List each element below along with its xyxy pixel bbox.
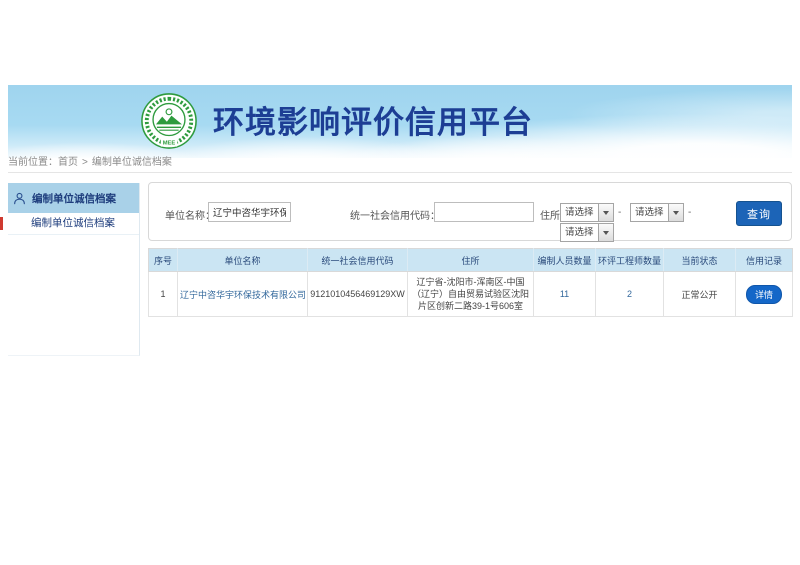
address-district-select[interactable]: 请选择: [560, 223, 614, 242]
breadcrumb-home-link[interactable]: 首页: [58, 157, 78, 168]
row-index: 1: [149, 272, 178, 317]
status-value: 正常公开: [664, 272, 736, 317]
sidebar: 编制单位诚信档案 编制单位诚信档案: [8, 183, 140, 356]
address-city-select-value: 请选择: [631, 204, 668, 221]
address-city-select[interactable]: 请选择: [630, 203, 684, 222]
site-banner: MEE 环境影响评价信用平台: [8, 85, 792, 158]
active-item-marker: [0, 217, 3, 230]
breadcrumb-prefix: 当前位置：: [8, 157, 58, 168]
svg-text:MEE: MEE: [163, 141, 176, 147]
address-district-select-value: 请选择: [561, 224, 598, 241]
breadcrumb-current: 编制单位诚信档案: [92, 157, 172, 168]
results-table: 序号 单位名称 统一社会信用代码 住所 编制人员数量 环评工程师数量 当前状态 …: [148, 248, 793, 317]
page: MEE 环境影响评价信用平台 当前位置：首页 > 编制单位诚信档案 编制单位诚信档案…: [0, 0, 800, 565]
credit-code-input[interactable]: [434, 202, 534, 222]
detail-button[interactable]: 详情: [746, 285, 782, 304]
column-header-credit-code: 统一社会信用代码: [308, 249, 408, 272]
chevron-down-icon: [598, 224, 613, 241]
credit-code-label: 统一社会信用代码：: [350, 207, 440, 222]
column-header-address: 住所: [408, 249, 534, 272]
credit-code-value: 9121010456469129XW: [308, 272, 408, 317]
address-value: 辽宁省-沈阳市-浑南区-中国（辽宁）自由贸易试验区沈阳片区创新二路39-1号60…: [408, 272, 534, 317]
chevron-down-icon: [598, 204, 613, 221]
address-province-select-value: 请选择: [561, 204, 598, 221]
address-province-select[interactable]: 请选择: [560, 203, 614, 222]
sidebar-header: 编制单位诚信档案: [8, 183, 139, 213]
sidebar-item-credit-archive[interactable]: 编制单位诚信档案: [8, 213, 139, 235]
column-header-staff-count: 编制人员数量: [534, 249, 596, 272]
sidebar-item-label: 编制单位诚信档案: [31, 217, 115, 229]
column-header-status: 当前状态: [664, 249, 736, 272]
chevron-down-icon: [668, 204, 683, 221]
person-icon: [13, 192, 26, 205]
engineer-count-link[interactable]: 2: [627, 289, 632, 299]
company-name-link[interactable]: 辽宁中咨华宇环保技术有限公司: [180, 290, 306, 300]
breadcrumb: 当前位置：首页 > 编制单位诚信档案: [8, 155, 792, 173]
column-header-index: 序号: [149, 249, 178, 272]
address-separator: -: [688, 207, 691, 218]
column-header-credit-record: 信用记录: [736, 249, 793, 272]
mee-logo-icon: MEE: [140, 92, 198, 150]
site-title: 环境影响评价信用平台: [213, 97, 533, 142]
company-name-input[interactable]: [208, 202, 291, 222]
sidebar-header-label: 编制单位诚信档案: [32, 191, 116, 206]
breadcrumb-separator-icon: >: [82, 157, 88, 168]
column-header-engineer-count: 环评工程师数量: [596, 249, 664, 272]
column-header-company-name: 单位名称: [178, 249, 308, 272]
table-header-row: 序号 单位名称 统一社会信用代码 住所 编制人员数量 环评工程师数量 当前状态 …: [149, 249, 793, 272]
staff-count-link[interactable]: 11: [560, 289, 569, 299]
address-separator: -: [618, 207, 621, 218]
search-panel: 单位名称： 统一社会信用代码： 住所： 请选择 - 请选择 - 请选择 查询: [148, 182, 792, 241]
table-row: 1 辽宁中咨华宇环保技术有限公司 9121010456469129XW 辽宁省-…: [149, 272, 793, 317]
query-button[interactable]: 查询: [736, 201, 782, 226]
